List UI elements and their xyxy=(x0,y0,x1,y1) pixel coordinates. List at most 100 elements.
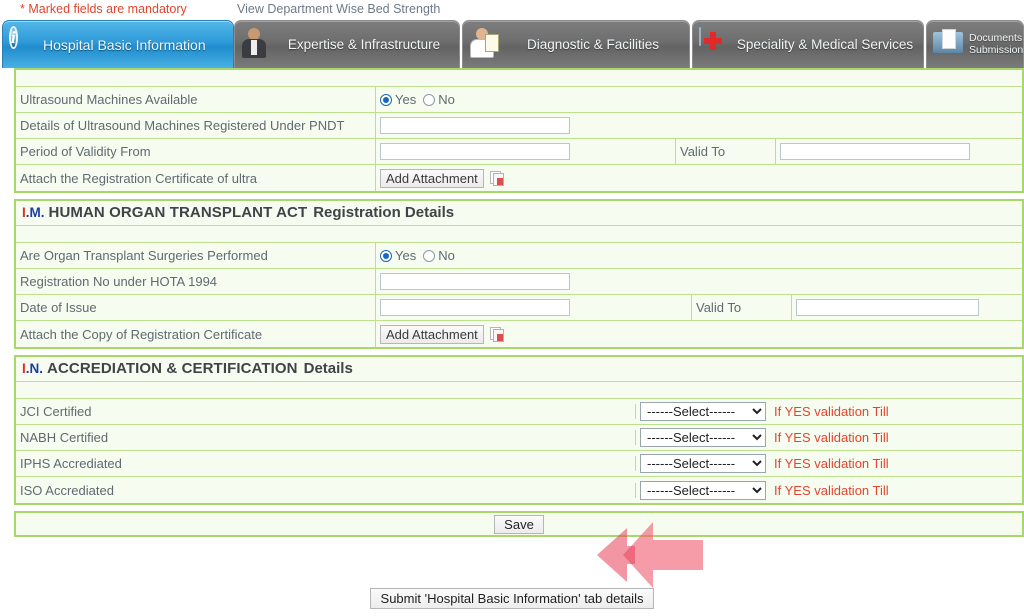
row-attach-ultrasound-certificate: Attach the Registration Certificate of u… xyxy=(16,165,1022,191)
row-organ-transplant-surgeries-performed: Are Organ Transplant Surgeries Performed… xyxy=(16,243,1022,269)
jci-certified-select[interactable]: ------Select------ xyxy=(640,402,766,421)
valid-to-value xyxy=(792,295,1022,320)
row-hota-date-of-issue: Date of Issue Valid To xyxy=(16,295,1022,321)
section-title-tail: Registration Details xyxy=(313,204,455,221)
section-number-letter: .N. xyxy=(25,361,44,376)
hota-date-of-issue-input[interactable] xyxy=(380,299,570,316)
valid-to-label: Valid To xyxy=(692,295,792,320)
accreditation-certification-block: I .N. ACCREDIATION & CERTIFICATION Detai… xyxy=(14,355,1024,505)
application-page: * Marked fields are mandatory View Depar… xyxy=(0,0,1024,616)
table-row: JCI Certified ------Select------ If YES … xyxy=(16,399,1022,425)
mandatory-fields-note: * Marked fields are mandatory xyxy=(20,2,187,16)
submit-bar: Submit 'Hospital Basic Information' tab … xyxy=(0,588,1024,609)
radio-no-label: No xyxy=(438,92,455,107)
row-label-iphs-accrediated: IPHS Accrediated xyxy=(16,456,636,471)
radio-yes-icon[interactable] xyxy=(380,249,392,262)
tab-label: Diagnostic & Facilities xyxy=(526,37,660,52)
block-spacer xyxy=(16,382,1022,399)
hota-valid-to-input[interactable] xyxy=(796,299,979,316)
info-circle-icon: i xyxy=(9,25,18,49)
valid-to-value xyxy=(776,139,1022,164)
row-label-iso-accrediated: ISO Accrediated xyxy=(16,482,636,498)
row-hota-registration-no: Registration No under HOTA 1994 xyxy=(16,269,1022,295)
tab-documents-submission[interactable]: Documents, Submission xyxy=(926,20,1024,68)
section-title: ACCREDIATION & CERTIFICATION xyxy=(47,360,298,377)
validity-from-input[interactable] xyxy=(380,143,570,160)
radio-yes-label: Yes xyxy=(395,248,417,263)
row-value xyxy=(376,113,1022,138)
add-attachment-button-hota[interactable]: Add Attachment xyxy=(380,324,484,344)
valid-to-label: Valid To xyxy=(676,139,776,164)
radio-yes-icon[interactable] xyxy=(380,93,392,106)
radio-option-no[interactable]: No xyxy=(423,92,455,107)
section-title-tail: Details xyxy=(303,360,353,377)
radio-option-yes[interactable]: Yes xyxy=(380,92,416,107)
pndt-details-input[interactable] xyxy=(380,117,570,134)
hota-registration-block: I .M. HUMAN ORGAN TRANSPLANT ACT Registr… xyxy=(14,199,1024,349)
radio-option-yes[interactable]: Yes xyxy=(380,248,416,263)
nabh-certified-select[interactable]: ------Select------ xyxy=(640,428,766,447)
organ-transplant-radio-group[interactable]: Yes No xyxy=(380,248,455,263)
row-select-cell: ------Select------ xyxy=(636,454,768,473)
row-select-cell: ------Select------ xyxy=(636,428,768,447)
row-value: Add Attachment xyxy=(376,165,1022,191)
table-row: NABH Certified ------Select------ If YES… xyxy=(16,425,1022,451)
radio-no-label: No xyxy=(438,248,455,263)
tab-strip: i Hospital Basic Information Expertise &… xyxy=(0,20,1024,70)
submit-hospital-basic-information-button[interactable]: Submit 'Hospital Basic Information' tab … xyxy=(369,588,655,609)
tab-speciality-medical-services[interactable]: Speciality & Medical Services xyxy=(692,20,924,68)
row-value xyxy=(376,139,676,164)
row-label: Period of Validity From xyxy=(16,139,376,164)
person-suit-icon xyxy=(241,25,275,65)
tab-diagnostic-facilities[interactable]: Diagnostic & Facilities xyxy=(462,20,690,68)
row-value: Yes No xyxy=(376,87,1022,112)
radio-no-icon[interactable] xyxy=(423,93,436,106)
row-label-nabh-certified: NABH Certified xyxy=(16,430,636,445)
row-period-of-validity-from: Period of Validity From Valid To xyxy=(16,139,1022,165)
tab-hospital-basic-information[interactable]: i Hospital Basic Information xyxy=(2,20,234,68)
accreditation-section-header: I .N. ACCREDIATION & CERTIFICATION Detai… xyxy=(16,357,1022,382)
row-select-cell: ------Select------ xyxy=(636,480,768,500)
save-bar: Save xyxy=(14,511,1024,537)
row-label: Attach the Registration Certificate of u… xyxy=(16,165,376,191)
row-label: Date of Issue xyxy=(16,295,376,320)
iso-accrediated-select[interactable]: ------Select------ xyxy=(640,480,766,500)
add-attachment-button-ultrasound[interactable]: Add Attachment xyxy=(380,168,484,188)
radio-no-icon[interactable] xyxy=(423,249,436,262)
section-number-letter: .M. xyxy=(25,205,45,220)
row-label-jci-certified: JCI Certified xyxy=(16,404,636,419)
attachment-document-icon xyxy=(489,170,505,186)
row-value xyxy=(376,269,1022,294)
row-ultrasound-machines-available: Ultrasound Machines Available Yes No xyxy=(16,87,1022,113)
table-row: IPHS Accrediated ------Select------ If Y… xyxy=(16,451,1022,477)
tab-label: Hospital Basic Information xyxy=(43,36,206,53)
hota-registration-no-input[interactable] xyxy=(380,273,570,290)
row-select-cell: ------Select------ xyxy=(636,402,768,421)
row-validation-note: If YES validation Till xyxy=(774,482,889,498)
ultrasound-pndt-block: Ultrasound Machines Available Yes No Det… xyxy=(14,68,1024,193)
row-pndt-registration-details: Details of Ultrasound Machines Registere… xyxy=(16,113,1022,139)
view-department-wise-bed-strength-link[interactable]: View Department Wise Bed Strength xyxy=(237,0,440,18)
ultrasound-available-radio-group[interactable]: Yes No xyxy=(380,92,455,107)
documents-folder-icon xyxy=(933,25,967,65)
radio-option-no[interactable]: No xyxy=(423,248,455,263)
row-label: Details of Ultrasound Machines Registere… xyxy=(16,113,376,138)
tab-expertise-infrastructure[interactable]: Expertise & Infrastructure xyxy=(234,20,460,68)
red-cross-kit-icon xyxy=(699,25,733,65)
form-body: Ultrasound Machines Available Yes No Det… xyxy=(14,68,1024,537)
table-row: ISO Accrediated ------Select------ If YE… xyxy=(16,477,1022,503)
row-value: Add Attachment xyxy=(376,321,1022,347)
hota-section-header: I .M. HUMAN ORGAN TRANSPLANT ACT Registr… xyxy=(16,201,1022,226)
ultrasound-valid-to-input[interactable] xyxy=(780,143,970,160)
iphs-accrediated-select[interactable]: ------Select------ xyxy=(640,454,766,473)
tab-label: Expertise & Infrastructure xyxy=(287,37,441,52)
row-validation-note: If YES validation Till xyxy=(774,404,889,419)
row-value: Yes No xyxy=(376,243,1022,268)
doctor-report-icon xyxy=(469,25,503,65)
block-spacer xyxy=(16,226,1022,243)
row-label: Are Organ Transplant Surgeries Performed xyxy=(16,243,376,268)
section-title: HUMAN ORGAN TRANSPLANT ACT xyxy=(48,204,308,221)
save-button[interactable]: Save xyxy=(494,514,544,534)
row-label: Attach the Copy of Registration Certific… xyxy=(16,321,376,347)
radio-yes-label: Yes xyxy=(395,92,417,107)
